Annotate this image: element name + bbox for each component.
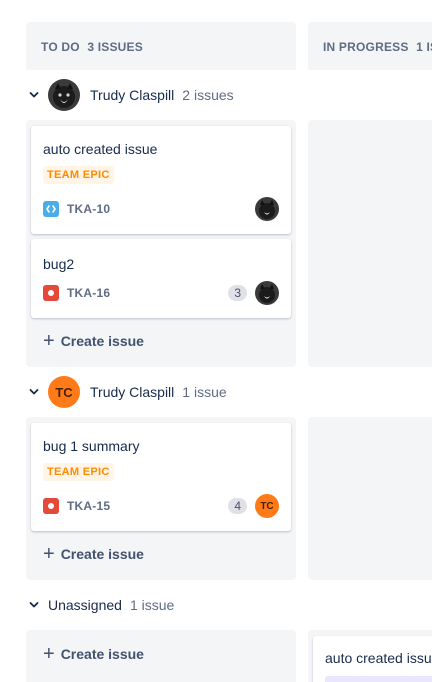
issue-card[interactable]: auto created issue TEAM EPIC TKA-10 [31,126,291,234]
avatar [48,79,80,111]
lane-in-progress [308,417,432,580]
lane-in-progress [308,120,432,367]
card-footer: TKA-15 4 TC [43,494,279,518]
card-title: bug 1 summary [43,438,140,454]
story-points-badge: 4 [228,498,247,514]
swimlane-name: Trudy Claspill [90,87,175,103]
story-points-badge: 3 [228,285,247,301]
create-issue-label: Create issue [60,333,144,349]
swimlane-header[interactable]: Unassigned 1 issue [26,587,174,623]
column-header-in-progress: IN PROGRESS 1 ISSUE [308,22,432,70]
plus-icon: + [43,330,55,352]
bug-icon [43,498,59,514]
swimlane-header[interactable]: TC Trudy Claspill 1 issue [26,374,227,410]
create-issue-button[interactable]: + Create issue [43,544,144,564]
card-title: auto created issu [325,650,432,666]
swimlane-count: 1 issue [129,597,175,613]
avatar [255,197,279,221]
issue-card[interactable]: bug2 TKA-16 3 [31,239,291,318]
card-title: bug2 [43,256,75,272]
swimlane-name: Unassigned [48,597,122,613]
epic-lozenge [325,676,432,682]
chevron-down-icon[interactable] [26,87,42,103]
issue-key[interactable]: TKA-15 [67,499,228,513]
card-title: auto created issue [43,141,158,157]
column-header-todo: TO DO 3 ISSUES [26,22,296,70]
create-issue-button[interactable]: + Create issue [43,644,144,664]
create-issue-label: Create issue [60,646,144,662]
swimlane-count: 2 issues [182,87,234,103]
issue-card[interactable]: bug 1 summary TEAM EPIC TKA-15 4 TC [31,423,291,531]
create-issue-button[interactable]: + Create issue [43,331,144,351]
plus-icon: + [43,543,55,565]
column-count: 1 ISSUE [416,40,432,54]
task-icon [43,201,59,217]
column-count: 3 ISSUES [87,40,143,54]
avatar: TC [255,494,279,518]
epic-lozenge: TEAM EPIC [43,463,114,481]
issue-card[interactable]: auto created issu [313,636,432,682]
issue-key[interactable]: TKA-16 [67,286,228,300]
column-title: IN PROGRESS [323,40,409,54]
avatar: TC [48,376,80,408]
create-issue-label: Create issue [60,546,144,562]
swimlane-name: Trudy Claspill [90,384,175,400]
chevron-down-icon[interactable] [26,597,42,613]
plus-icon: + [43,643,55,665]
swimlane-header[interactable]: Trudy Claspill 2 issues [26,77,234,113]
swimlane-count: 1 issue [182,384,227,400]
card-footer: TKA-10 [43,197,279,221]
chevron-down-icon[interactable] [26,384,42,400]
card-footer: TKA-16 3 [43,281,279,305]
avatar [255,281,279,305]
issue-key[interactable]: TKA-10 [67,202,255,216]
bug-icon [43,285,59,301]
epic-lozenge: TEAM EPIC [43,166,114,184]
column-title: TO DO [41,40,80,54]
